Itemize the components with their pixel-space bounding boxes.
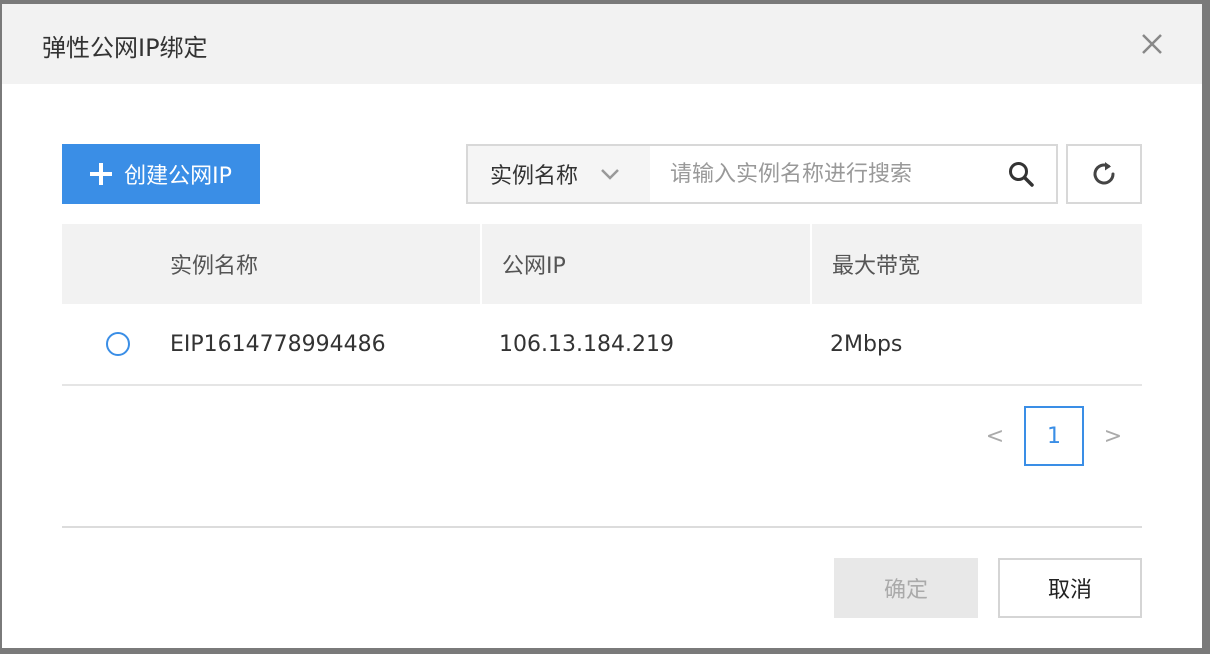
refresh-button[interactable] xyxy=(1066,144,1142,204)
row-radio[interactable] xyxy=(105,332,130,356)
search-button[interactable] xyxy=(986,146,1056,202)
eip-bind-dialog: 弹性公网IP绑定 创建公网IP 实例名称 请输入实例名称进行搜索 实例名称 公网… xyxy=(2,4,1202,648)
create-button-label: 创建公网IP xyxy=(124,164,232,189)
close-button[interactable] xyxy=(1134,26,1170,62)
table-header: 实例名称 公网IP 最大带宽 xyxy=(62,224,1142,304)
cancel-button[interactable]: 取消 xyxy=(998,558,1142,618)
confirm-button[interactable]: 确定 xyxy=(834,558,978,618)
chevron-down-icon xyxy=(601,169,619,180)
next-page-button[interactable]: > xyxy=(1084,424,1142,449)
close-icon xyxy=(1142,34,1162,54)
cell-instance-name: EIP1614778994486 xyxy=(170,331,386,357)
create-public-ip-button[interactable]: 创建公网IP xyxy=(62,144,260,204)
page-number-current[interactable]: 1 xyxy=(1024,406,1084,466)
column-header-bandwidth: 最大带宽 xyxy=(832,254,921,279)
search-icon xyxy=(1009,162,1034,187)
dialog-header: 弹性公网IP绑定 xyxy=(2,4,1202,84)
table-row[interactable]: EIP1614778994486 106.13.184.219 2Mbps xyxy=(62,304,1142,386)
prev-page-button[interactable]: < xyxy=(966,424,1024,449)
column-header-name: 实例名称 xyxy=(62,224,482,304)
search-input[interactable] xyxy=(650,146,986,202)
row-select-cell xyxy=(62,332,170,356)
search-box: 实例名称 xyxy=(466,144,1058,204)
eip-table: 实例名称 公网IP 最大带宽 EIP1614778994486 106.13.1… xyxy=(62,224,1142,386)
footer-divider xyxy=(62,526,1142,528)
search-field-select[interactable]: 实例名称 xyxy=(468,146,650,202)
search-field-value: 实例名称 xyxy=(490,164,579,189)
pagination: < 1 > xyxy=(966,406,1142,466)
dialog-title: 弹性公网IP绑定 xyxy=(42,34,208,62)
cell-public-ip: 106.13.184.219 xyxy=(499,331,674,357)
cell-bandwidth: 2Mbps xyxy=(830,331,903,357)
plus-icon xyxy=(90,163,113,185)
refresh-icon xyxy=(1093,162,1115,185)
column-header-ip: 公网IP xyxy=(482,224,812,304)
